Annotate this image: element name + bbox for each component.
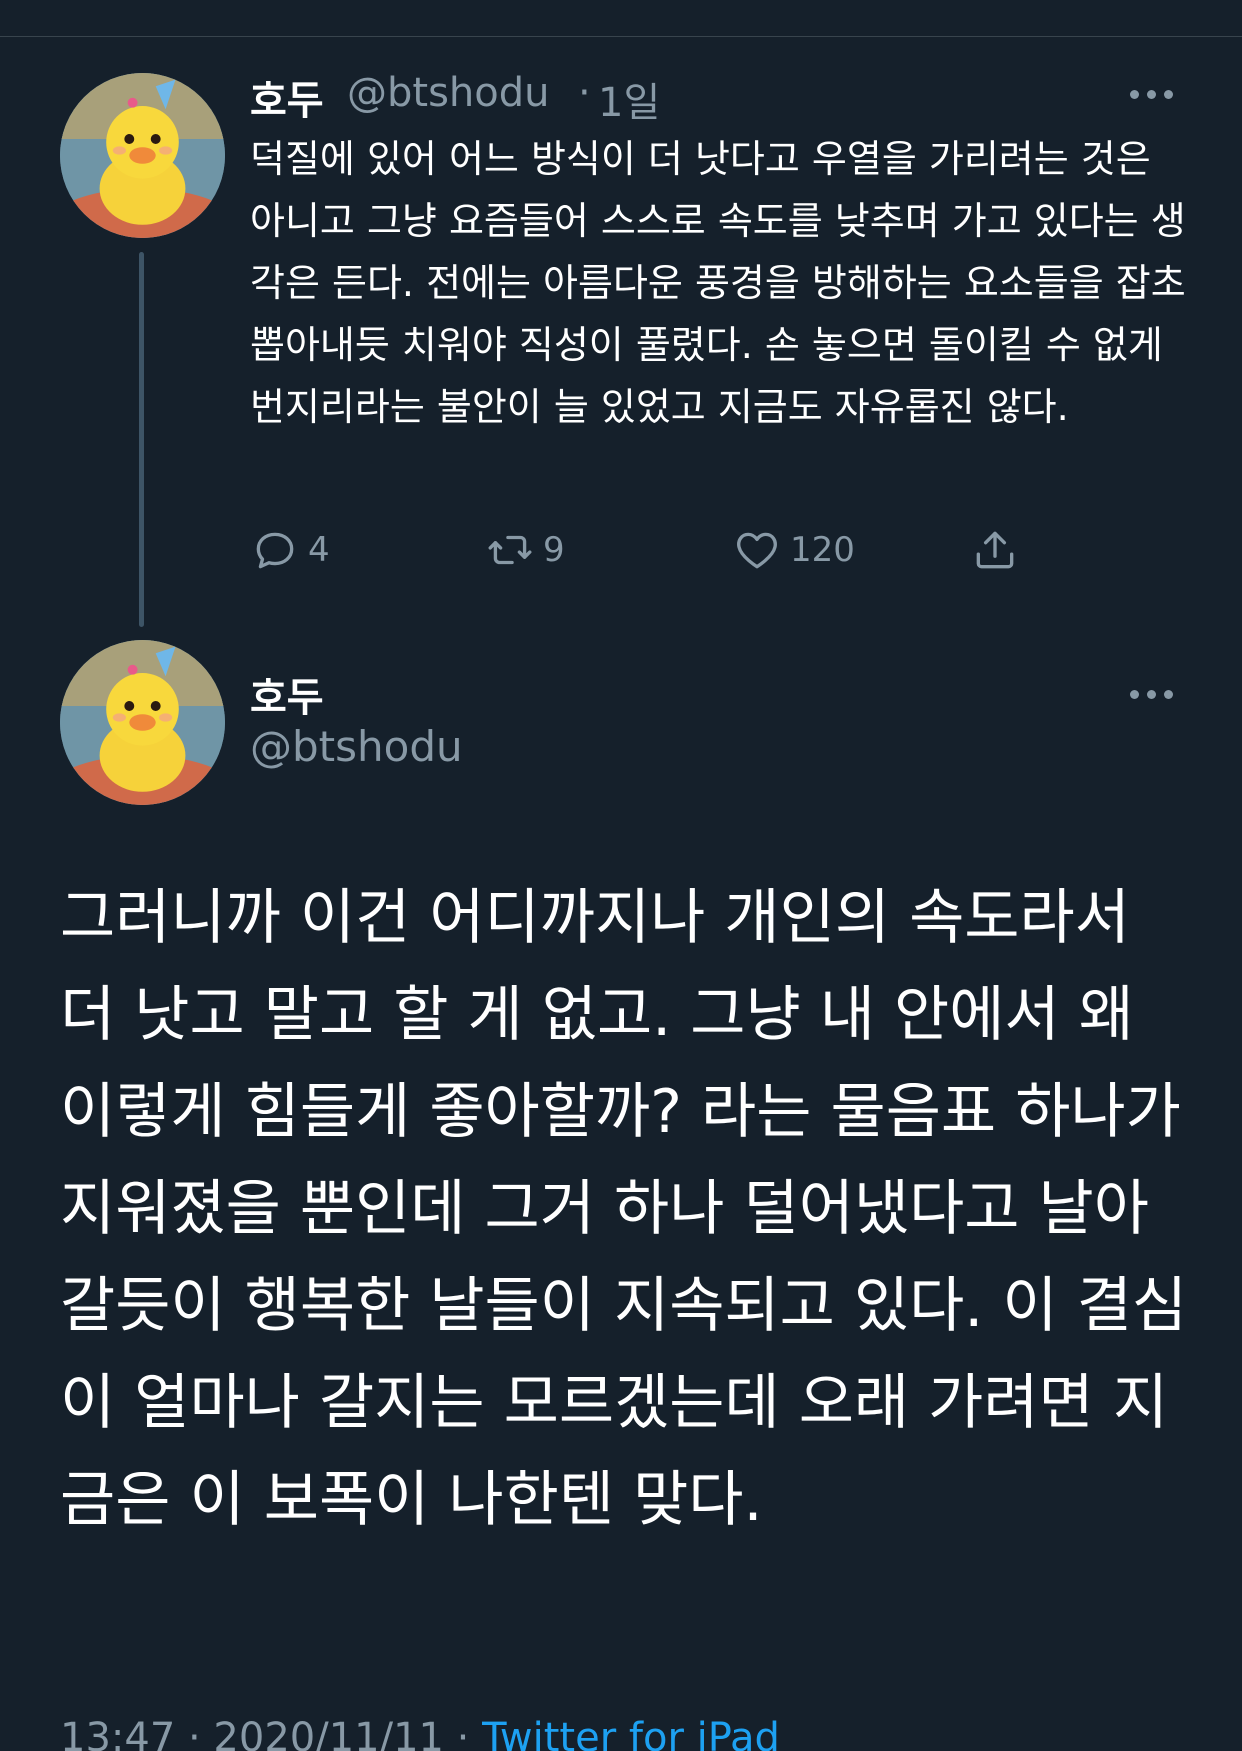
tweet1-action-bar: 4 9 120 [250, 520, 1050, 580]
avatar-duck[interactable] [60, 73, 225, 238]
tweet1-separator: · [578, 70, 591, 116]
like-count: 120 [790, 530, 855, 570]
reply-count: 4 [308, 530, 330, 570]
tweet2-text: 그러니까 이건 어디까지나 개인의 속도라서 더 낫고 말고 할 게 없고. 그… [60, 883, 1188, 1535]
heart-icon [737, 532, 777, 569]
tweet2-source-link[interactable]: Twitter for iPad [482, 1715, 780, 1751]
retweet-count: 9 [543, 530, 565, 570]
share-icon [976, 531, 1014, 569]
retweet-button[interactable]: 9 [485, 520, 565, 580]
tweet1-more-icon[interactable] [1130, 86, 1178, 102]
tweet2-metadata: 13:47 · 2020/11/11 · Twitter for iPad [60, 1715, 780, 1751]
avatar-duck-2[interactable] [60, 640, 225, 805]
top-divider [0, 36, 1242, 37]
reply-button[interactable]: 4 [250, 520, 330, 580]
retweet-icon [488, 535, 532, 565]
tweet1-text: 덕질에 있어 어느 방식이 더 낫다고 우열을 가리려는 것은 아니고 그냥 요… [250, 137, 1186, 429]
tweet1-display-name[interactable]: 호두 [250, 68, 324, 126]
tweet2-handle[interactable]: @btshodu [250, 722, 463, 771]
duck-avatar-image [60, 640, 225, 805]
share-button[interactable] [970, 520, 1028, 580]
tweet2-more-icon[interactable] [1130, 686, 1178, 702]
tweet2-timestamp: 13:47 · 2020/11/11 · [60, 1715, 483, 1751]
like-button[interactable]: 120 [732, 520, 855, 580]
thread-connector-line [139, 252, 144, 627]
reply-icon [256, 532, 294, 569]
duck-avatar-image [60, 73, 225, 238]
tweet1-handle[interactable]: @btshodu [347, 70, 549, 116]
tweet2-display-name[interactable]: 호두 [250, 665, 324, 723]
tweet-thread-screen: 호두 @btshodu · 1일 덕질에 있어 어느 방식이 더 낫다고 우열을… [0, 0, 1242, 1751]
tweet1-time[interactable]: 1일 [598, 70, 660, 128]
